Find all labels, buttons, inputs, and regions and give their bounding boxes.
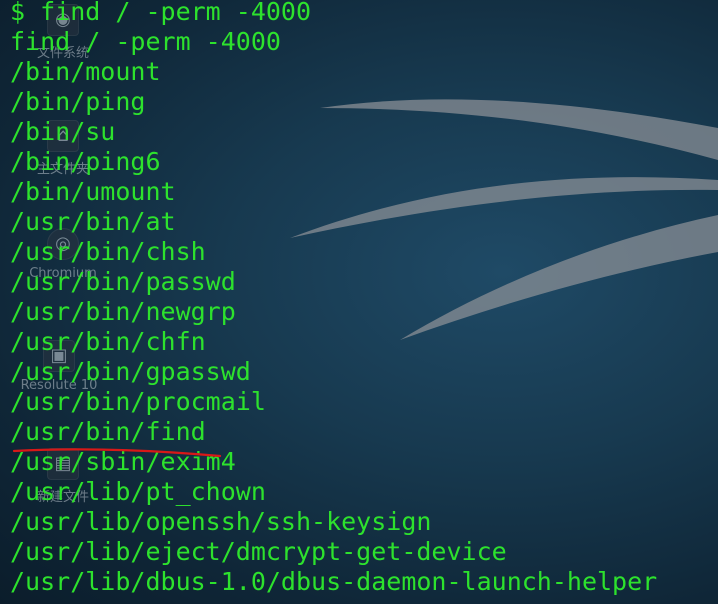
output-line: /usr/bin/chsh	[10, 237, 206, 266]
output-line: /usr/bin/find	[10, 417, 206, 446]
output-line: /usr/bin/at	[10, 207, 176, 236]
output-line: /bin/su	[10, 117, 116, 146]
output-line: /usr/bin/newgrp	[10, 297, 236, 326]
output-line: /bin/mount	[10, 57, 161, 86]
output-line: /bin/umount	[10, 177, 176, 206]
output-line: /usr/bin/gpasswd	[10, 357, 251, 386]
output-line: /bin/ping6	[10, 147, 161, 176]
output-line: /usr/bin/procmail	[10, 387, 266, 416]
output-line: /usr/bin/chfn	[10, 327, 206, 356]
output-line: /usr/lib/openssh/ssh-keysign	[10, 507, 432, 536]
output-line: /usr/lib/pt_chown	[10, 477, 266, 506]
command-prompt-line: $ find / -perm -4000	[10, 0, 312, 26]
terminal-output[interactable]: $ find / -perm -4000 find / -perm -4000 …	[10, 0, 710, 597]
output-line: /usr/sbin/exim4	[10, 447, 236, 476]
command-echo-line: find / -perm -4000	[10, 27, 281, 56]
output-line: /usr/lib/eject/dmcrypt-get-device	[10, 537, 507, 566]
output-line: /usr/lib/dbus-1.0/dbus-daemon-launch-hel…	[10, 567, 658, 596]
output-line: /bin/ping	[10, 87, 146, 116]
output-line: /usr/bin/passwd	[10, 267, 236, 296]
